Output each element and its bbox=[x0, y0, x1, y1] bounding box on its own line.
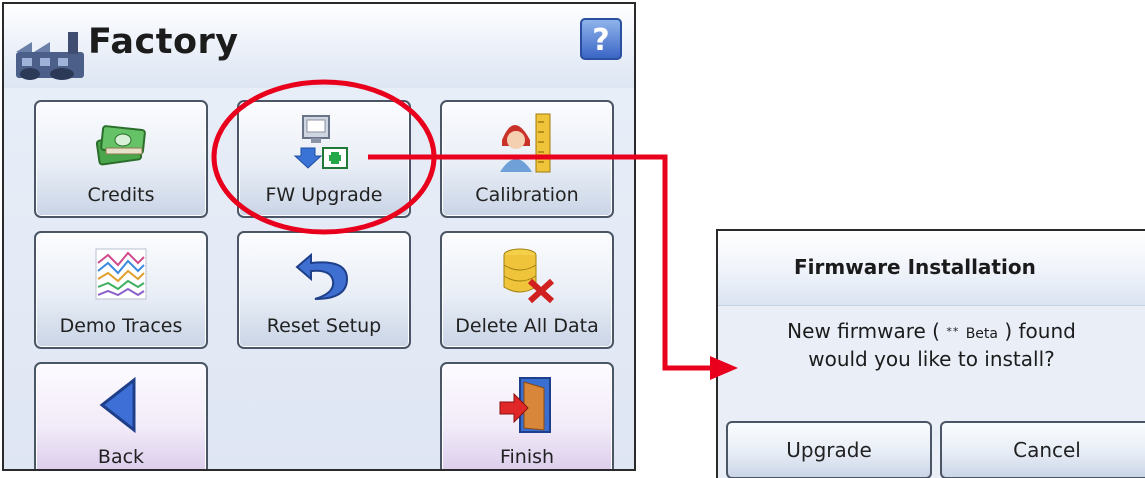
credits-button[interactable]: Credits bbox=[34, 100, 208, 218]
cancel-button[interactable]: Cancel bbox=[940, 421, 1145, 478]
reset-setup-label: Reset Setup bbox=[266, 315, 382, 337]
reset-setup-button[interactable]: Reset Setup bbox=[237, 231, 411, 349]
dialog-message-line-2: would you like to install? bbox=[808, 347, 1055, 371]
delete-all-data-button[interactable]: Delete All Data bbox=[440, 231, 614, 349]
back-button[interactable]: Back bbox=[34, 362, 208, 469]
credits-label: Credits bbox=[87, 184, 155, 206]
back-label: Back bbox=[97, 446, 145, 468]
back-arrow-icon bbox=[99, 376, 136, 434]
button-grid: Credits FW Upgrade Calibration Demo Trac… bbox=[4, 88, 634, 469]
demo-traces-icon bbox=[95, 248, 147, 300]
fw-upgrade-label: FW Upgrade bbox=[265, 184, 383, 206]
help-button[interactable]: ? bbox=[580, 18, 622, 60]
calibration-label: Calibration bbox=[475, 184, 579, 206]
firmware-upgrade-icon bbox=[293, 115, 348, 169]
fw-upgrade-button[interactable]: FW Upgrade bbox=[237, 100, 411, 218]
message-stars: ** bbox=[946, 325, 960, 338]
dialog-message-line-1: New firmware ( ** Beta ) found bbox=[718, 319, 1145, 343]
delete-all-data-label: Delete All Data bbox=[455, 315, 599, 337]
firmware-installation-dialog: Firmware Installation New firmware ( ** … bbox=[716, 229, 1145, 478]
demo-traces-button[interactable]: Demo Traces bbox=[34, 231, 208, 349]
undo-arrow-icon bbox=[295, 252, 349, 300]
finish-label: Finish bbox=[499, 446, 555, 468]
calibration-button[interactable]: Calibration bbox=[440, 100, 614, 218]
message-beta: Beta bbox=[965, 326, 998, 342]
page-title: Factory bbox=[88, 22, 239, 62]
message-suffix: ) found bbox=[1004, 319, 1076, 343]
exit-door-icon bbox=[499, 377, 551, 433]
demo-traces-label: Demo Traces bbox=[59, 315, 183, 337]
dialog-title-bar: Firmware Installation bbox=[718, 231, 1145, 306]
money-icon bbox=[95, 125, 146, 166]
title-bar: Factory ? bbox=[4, 4, 634, 88]
calibration-icon bbox=[500, 113, 551, 173]
delete-database-icon bbox=[503, 248, 555, 304]
factory-icon bbox=[16, 32, 84, 80]
message-prefix: New firmware ( bbox=[787, 319, 940, 343]
finish-button[interactable]: Finish bbox=[440, 362, 614, 469]
upgrade-button[interactable]: Upgrade bbox=[726, 421, 932, 478]
factory-panel: Factory ? Credits FW Upgrade Calibration… bbox=[2, 2, 636, 471]
dialog-title: Firmware Installation bbox=[794, 255, 1036, 279]
